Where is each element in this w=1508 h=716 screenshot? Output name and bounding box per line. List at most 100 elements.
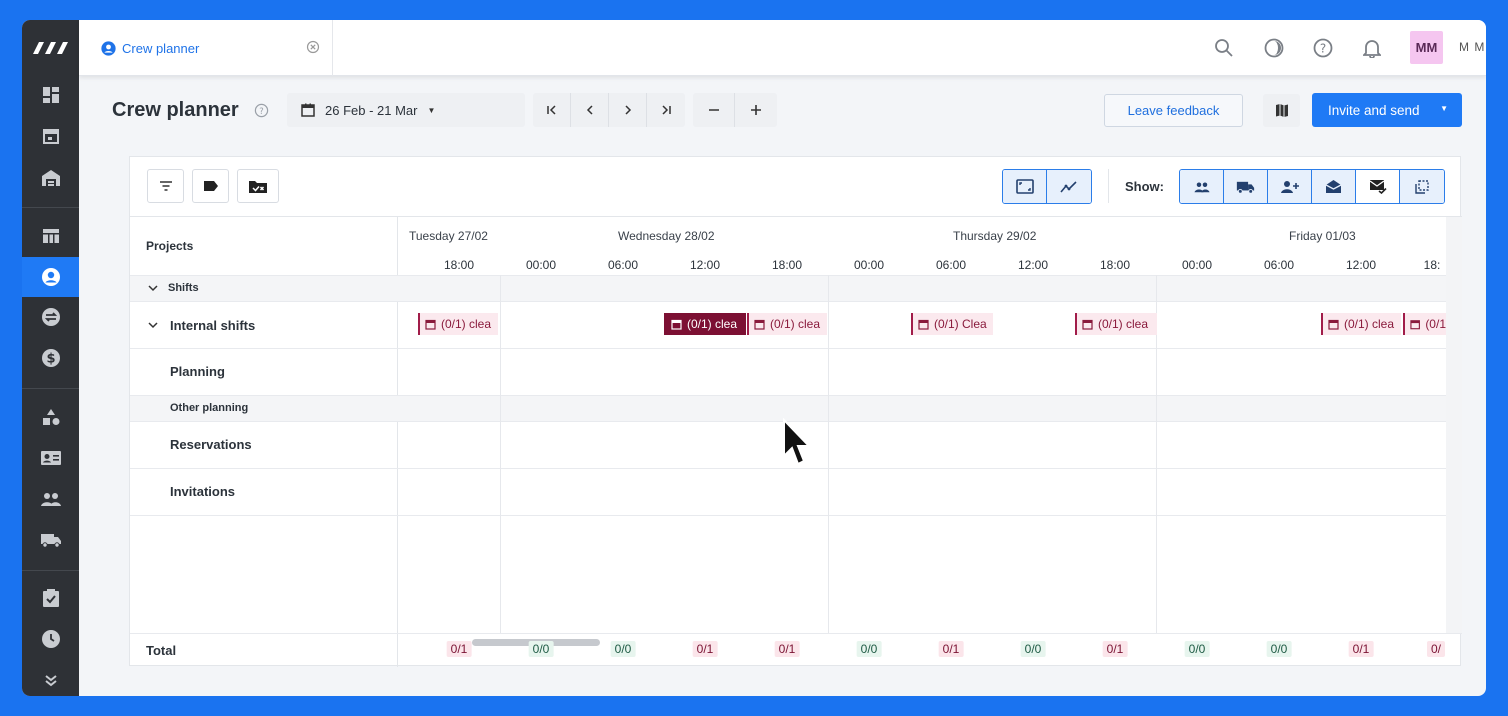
- expand-down-icon[interactable]: [22, 660, 79, 696]
- contact-card-icon[interactable]: [22, 438, 79, 478]
- other-planning-label: Other planning: [170, 402, 249, 414]
- svg-text:$: $: [46, 352, 55, 367]
- folder-check-icon: [249, 180, 267, 193]
- reservations-label: Reservations: [170, 436, 252, 452]
- total-cell: 0/: [1426, 641, 1446, 657]
- shift-block[interactable]: (0/1) clea: [664, 313, 746, 335]
- truck-icon[interactable]: [22, 520, 79, 560]
- warehouse-icon[interactable]: [22, 158, 79, 198]
- total-cell: 0/1: [774, 641, 800, 657]
- people-icon[interactable]: [22, 479, 79, 519]
- app-window: $ Crew planner ? MM M M Crew planner ? 2…: [22, 20, 1486, 696]
- mail-open-icon: [1325, 180, 1342, 193]
- help-circle-icon[interactable]: ?: [254, 103, 269, 118]
- tab-crew-planner[interactable]: Crew planner: [79, 20, 333, 76]
- exchange-icon[interactable]: [22, 297, 79, 337]
- avatar[interactable]: MM: [1410, 31, 1443, 64]
- invite-and-send-button[interactable]: Invite and send ▼: [1312, 93, 1462, 127]
- crew-planner-tab-icon: [101, 40, 116, 56]
- hour-label: 00:00: [525, 258, 557, 272]
- calendar-icon[interactable]: [22, 116, 79, 156]
- show-crew-toggle[interactable]: [1180, 170, 1224, 203]
- internal-shifts-label: Internal shifts: [170, 317, 256, 333]
- shift-block[interactable]: (0/1) Clea: [911, 313, 993, 335]
- search-icon[interactable]: [1212, 36, 1236, 60]
- map-icon: [1275, 104, 1288, 117]
- shift-block[interactable]: (0/1) clea: [418, 313, 498, 335]
- row-divider: [130, 395, 1446, 396]
- hour-label: 18:00: [1099, 258, 1131, 272]
- chevron-down-icon: [148, 285, 158, 292]
- user-name[interactable]: M M: [1459, 40, 1485, 54]
- day-label: Friday 01/03: [1289, 229, 1356, 243]
- leave-feedback-button[interactable]: Leave feedback: [1104, 94, 1243, 127]
- show-copy-toggle[interactable]: [1400, 170, 1444, 203]
- day-label: Tuesday 27/02: [409, 229, 488, 243]
- tag-button[interactable]: [192, 169, 229, 203]
- shift-block[interactable]: (0/1) clea: [747, 313, 827, 335]
- previous-button[interactable]: [571, 93, 609, 127]
- calendar-icon: [754, 319, 765, 330]
- clock-icon[interactable]: [22, 619, 79, 659]
- shift-block[interactable]: (0/1) clea: [1075, 313, 1157, 335]
- total-cell: 0/1: [938, 641, 964, 657]
- filter-button[interactable]: [147, 169, 184, 203]
- clipboard-check-icon[interactable]: [22, 578, 79, 618]
- chevron-down-icon[interactable]: ▼: [1440, 104, 1448, 113]
- crew-planner-icon[interactable]: [22, 257, 79, 297]
- show-confirmed-toggle[interactable]: [1356, 170, 1400, 203]
- show-add-person-toggle[interactable]: [1268, 170, 1312, 203]
- last-page-icon: [662, 105, 671, 115]
- svg-text:?: ?: [1320, 42, 1326, 56]
- invitations-label: Invitations: [170, 483, 236, 499]
- vertical-scrollbar[interactable]: [1446, 217, 1462, 633]
- chevron-left-icon: [586, 105, 593, 115]
- fit-view-toggle[interactable]: [1003, 170, 1047, 203]
- calendar-icon: [301, 103, 315, 117]
- shift-block[interactable]: (0/1) clea: [1321, 313, 1401, 335]
- help-icon[interactable]: ?: [1311, 36, 1335, 60]
- last-page-button[interactable]: [647, 93, 685, 127]
- sidebar: $: [22, 20, 79, 696]
- close-tab-icon[interactable]: [306, 40, 320, 54]
- chevron-down-icon: ▼: [427, 105, 436, 115]
- shift-block[interactable]: (0/1: [1403, 313, 1446, 335]
- zoom-in-button[interactable]: [735, 93, 777, 127]
- date-range-label: 26 Feb - 21 Mar: [325, 102, 418, 118]
- row-divider: [130, 301, 1446, 302]
- calendar-icon: [671, 319, 682, 330]
- total-cell: 0/1: [692, 641, 718, 657]
- chevron-down-icon: [148, 322, 158, 329]
- total-cell: 0/0: [610, 641, 636, 657]
- internal-shifts-toggle[interactable]: Internal shifts: [130, 302, 398, 348]
- shift-label: (0/1) clea: [687, 317, 738, 331]
- theme-icon[interactable]: [1262, 36, 1286, 60]
- planner-panel: Show: Projects Shifts Internal shifts Pl…: [129, 156, 1462, 667]
- calendar-icon: [1410, 319, 1420, 329]
- shift-label: (0/1) clea: [770, 317, 821, 331]
- dollar-icon[interactable]: $: [22, 338, 79, 378]
- logo[interactable]: [22, 20, 79, 76]
- show-vehicles-toggle[interactable]: [1224, 170, 1268, 203]
- mouse-cursor-icon: [783, 418, 812, 466]
- shifts-group-toggle[interactable]: Shifts: [130, 275, 398, 301]
- minus-icon: [708, 109, 719, 111]
- next-button[interactable]: [609, 93, 647, 127]
- folder-check-button[interactable]: [237, 169, 279, 203]
- total-cell: 0/0: [856, 641, 882, 657]
- day-separator: [500, 275, 501, 633]
- dashboard-icon[interactable]: [22, 75, 79, 115]
- zoom-out-button[interactable]: [693, 93, 735, 127]
- tab-label: Crew planner: [122, 40, 200, 56]
- map-button[interactable]: [1263, 94, 1300, 127]
- day-separator: [828, 275, 829, 633]
- table-icon[interactable]: [22, 216, 79, 256]
- calendar-icon: [425, 319, 436, 330]
- show-label: Show:: [1125, 179, 1164, 194]
- show-messages-toggle[interactable]: [1312, 170, 1356, 203]
- shapes-icon[interactable]: [22, 397, 79, 437]
- trend-view-toggle[interactable]: [1047, 170, 1091, 203]
- date-range-picker[interactable]: 26 Feb - 21 Mar ▼: [287, 93, 525, 127]
- first-page-button[interactable]: [533, 93, 571, 127]
- bell-icon[interactable]: [1360, 36, 1384, 60]
